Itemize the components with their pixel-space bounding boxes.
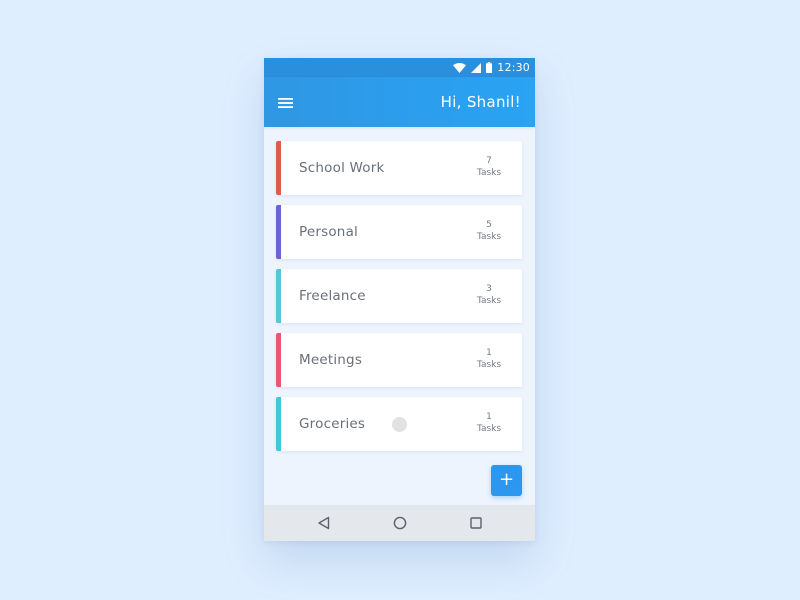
signal-icon <box>471 62 482 73</box>
category-title: Freelance <box>299 288 366 304</box>
task-count-label: Tasks <box>476 168 502 178</box>
recents-icon <box>470 517 482 529</box>
task-count-label: Tasks <box>476 424 502 434</box>
task-count-number: 7 <box>486 156 492 166</box>
category-color-bar <box>276 205 281 259</box>
home-icon <box>393 516 407 530</box>
menu-button[interactable] <box>278 95 293 109</box>
phone-screen: 12:30 Hi, Shanil! School Work 7 Tasks Pe… <box>264 58 535 541</box>
category-card-meetings[interactable]: Meetings 1 Tasks <box>276 333 522 387</box>
category-color-bar <box>276 397 281 451</box>
category-card-personal[interactable]: Personal 5 Tasks <box>276 205 522 259</box>
task-count: 1 Tasks <box>474 347 504 371</box>
task-count-number: 1 <box>486 412 492 422</box>
greeting-title: Hi, Shanil! <box>440 93 521 111</box>
task-count: 5 Tasks <box>474 219 504 243</box>
task-count-label: Tasks <box>476 360 502 370</box>
home-button[interactable] <box>392 515 408 531</box>
status-bar: 12:30 <box>264 58 535 77</box>
status-icons: 12:30 <box>453 58 530 77</box>
recents-button[interactable] <box>468 515 484 531</box>
menu-icon <box>278 98 293 108</box>
task-count-number: 3 <box>486 284 492 294</box>
category-card-groceries[interactable]: Groceries 1 Tasks <box>276 397 522 451</box>
wifi-icon <box>453 62 467 73</box>
task-count-label: Tasks <box>476 232 502 242</box>
status-time: 12:30 <box>497 61 530 74</box>
category-title: School Work <box>299 160 385 176</box>
task-count: 1 Tasks <box>474 411 504 435</box>
battery-icon <box>486 62 493 73</box>
task-count-label: Tasks <box>476 296 502 306</box>
category-card-freelance[interactable]: Freelance 3 Tasks <box>276 269 522 323</box>
task-count: 7 Tasks <box>474 155 504 179</box>
category-color-bar <box>276 269 281 323</box>
category-color-bar <box>276 141 281 195</box>
category-title: Meetings <box>299 352 363 368</box>
category-title: Personal <box>299 224 358 240</box>
category-card-school-work[interactable]: School Work 7 Tasks <box>276 141 522 195</box>
back-button[interactable] <box>316 515 332 531</box>
system-nav-bar <box>264 505 535 541</box>
task-count-number: 5 <box>486 220 492 230</box>
add-category-button[interactable]: + <box>491 465 522 496</box>
back-icon <box>318 516 330 530</box>
app-bar: Hi, Shanil! <box>264 77 535 127</box>
category-title: Groceries <box>299 416 366 432</box>
touch-ripple-indicator <box>392 417 407 432</box>
plus-icon: + <box>498 469 515 490</box>
task-count: 3 Tasks <box>474 283 504 307</box>
category-color-bar <box>276 333 281 387</box>
task-count-number: 1 <box>486 348 492 358</box>
